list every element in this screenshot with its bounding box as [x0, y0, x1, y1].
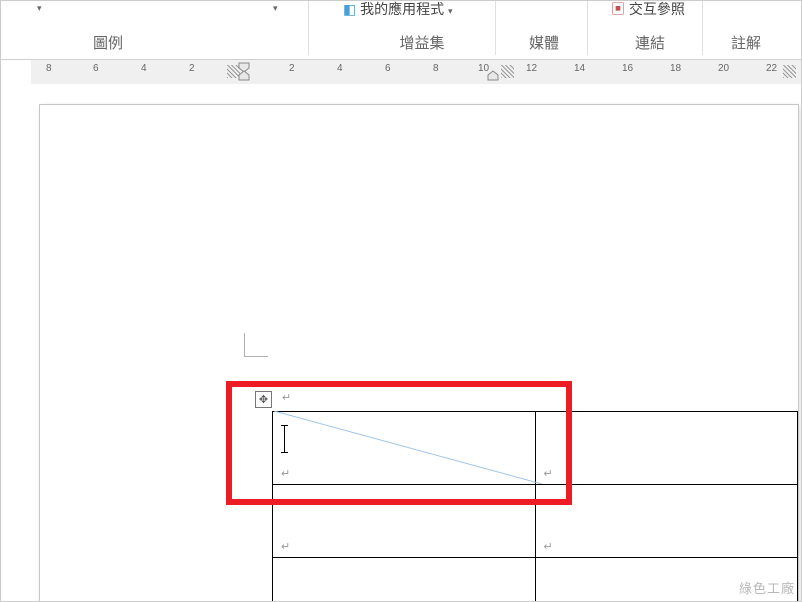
ruler-tick: 8: [46, 63, 52, 74]
ribbon-top-row: ▾ ▾ ◧ 我的應用程式 ▾ ▣ 交互參照: [1, 1, 801, 18]
watermark-text: 綠色工廠: [739, 578, 795, 597]
ribbon-group-labels: 圖例 增益集 媒體 連結 註解: [1, 18, 801, 60]
group-addins: 增益集: [387, 32, 457, 53]
ruler-left-indent-icon[interactable]: [238, 62, 250, 80]
para-mark-icon: ↵: [544, 468, 553, 480]
page[interactable]: ↵ ↵ ↵ ↵ ↵ ↵ ✥ ↵ ↵: [39, 104, 799, 601]
ruler-tick: 12: [526, 63, 537, 74]
group-divider: [495, 1, 496, 55]
table-cell[interactable]: ↵: [535, 412, 798, 485]
ruler-tick: 8: [433, 63, 439, 74]
ruler-margin-marker[interactable]: [501, 65, 514, 78]
ruler-tick: 4: [337, 63, 343, 74]
para-mark-icon: ↵: [544, 541, 553, 553]
group-comments: 註解: [721, 32, 771, 53]
ruler-tick: 6: [93, 63, 99, 74]
horizontal-ruler[interactable]: 8 6 4 2 2 4 6 8 10 12 14 16 18 20 22: [1, 60, 801, 84]
cross-reference-button[interactable]: ▣ 交互參照: [611, 0, 685, 19]
ruler-tick: 2: [189, 63, 195, 74]
dropdown-icon[interactable]: ▾: [37, 3, 42, 14]
table-row[interactable]: ↵ ↵: [273, 485, 798, 558]
ruler-track: 8 6 4 2 2 4 6 8 10 12 14 16 18 20 22: [31, 60, 801, 84]
para-mark-icon: ↵: [282, 391, 291, 404]
table-cell[interactable]: ↵: [273, 412, 536, 485]
dropdown-icon[interactable]: ▾: [273, 3, 278, 14]
cross-ref-icon: ▣: [611, 1, 625, 17]
my-apps-label: 我的應用程式: [360, 1, 444, 17]
table-cell[interactable]: ↵: [535, 485, 798, 558]
my-apps-button[interactable]: ◧ 我的應用程式 ▾: [343, 0, 453, 19]
para-mark-icon: ↵: [281, 468, 290, 480]
page-margin-corner-icon: [244, 333, 268, 357]
ruler-tick: 22: [766, 63, 777, 74]
document-canvas[interactable]: ↵ ↵ ↵ ↵ ↵ ↵ ✥ ↵ ↵: [1, 84, 801, 601]
table-row[interactable]: ↵ ↵: [273, 412, 798, 485]
group-divider: [308, 1, 309, 55]
table-cell[interactable]: ↵: [273, 485, 536, 558]
ruler-right-indent-icon[interactable]: [487, 62, 499, 80]
ruler-tick: 18: [670, 63, 681, 74]
ruler-tick: 6: [385, 63, 391, 74]
apps-icon: ◧: [343, 1, 356, 17]
ruler-margin-marker[interactable]: [783, 65, 796, 78]
group-links: 連結: [625, 32, 675, 53]
table-row[interactable]: ↵ ↵: [273, 558, 798, 602]
table-move-handle-icon[interactable]: ✥: [255, 391, 272, 408]
group-divider: [702, 1, 703, 55]
group-divider: [587, 1, 588, 55]
word-table[interactable]: ↵ ↵ ↵ ↵ ↵ ↵: [272, 411, 798, 601]
ruler-tick: 2: [289, 63, 295, 74]
para-mark-icon: ↵: [281, 541, 290, 553]
ruler-left-margin: [1, 60, 31, 84]
dropdown-icon: ▾: [448, 6, 453, 16]
group-media: 媒體: [519, 32, 569, 53]
group-illustrations: 圖例: [73, 32, 143, 53]
ruler-tick: 16: [622, 63, 633, 74]
cross-reference-label: 交互參照: [629, 1, 685, 17]
text-cursor: [284, 425, 285, 453]
ruler-tick: 4: [141, 63, 147, 74]
ruler-tick: 20: [718, 63, 729, 74]
ruler-tick: 14: [574, 63, 585, 74]
table-cell[interactable]: ↵: [273, 558, 536, 602]
